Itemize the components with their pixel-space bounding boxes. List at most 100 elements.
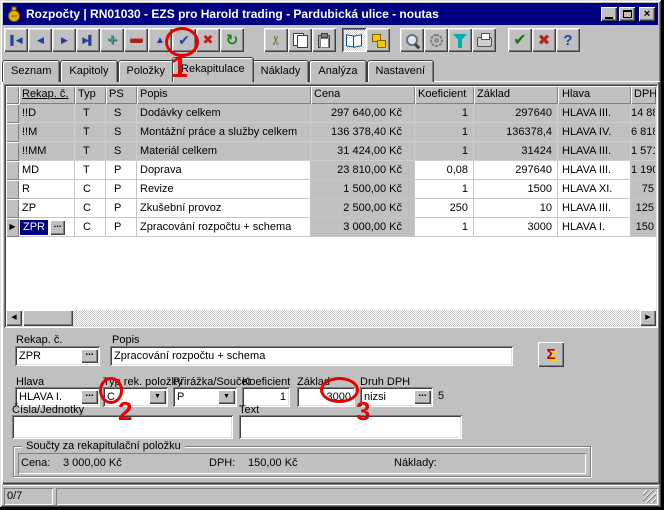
- cell-zaklad[interactable]: 297640: [474, 161, 558, 180]
- tab-nastaveni[interactable]: Nastavení: [367, 60, 435, 82]
- table-row[interactable]: R C P Revize 1 500,00 Kč 1 1500 HLAVA XI…: [6, 180, 656, 199]
- paste-button[interactable]: [312, 28, 336, 52]
- horizontal-scrollbar[interactable]: ◀ ▶: [6, 310, 656, 326]
- cell-popis[interactable]: Montážní práce a služby celkem: [137, 123, 311, 142]
- print-button[interactable]: [472, 28, 496, 52]
- cell-typ[interactable]: T: [75, 142, 106, 161]
- insert-record-button[interactable]: +: [100, 28, 124, 52]
- rekap-lookup-button[interactable]: ...: [81, 349, 98, 363]
- cell-zaklad[interactable]: 136378,4: [474, 123, 558, 142]
- cell-typ[interactable]: C: [75, 180, 106, 199]
- rekap-field[interactable]: ZPR ...: [15, 346, 100, 366]
- browse-book-button[interactable]: [342, 28, 366, 52]
- cell-dph[interactable]: 125: [631, 199, 656, 218]
- header-zaklad[interactable]: Základ: [474, 86, 558, 104]
- cell-rekap[interactable]: !!M: [19, 123, 75, 142]
- prirazka-dropdown-icon[interactable]: ▼: [218, 390, 235, 404]
- cell-typ[interactable]: C: [75, 199, 106, 218]
- cell-koeficient[interactable]: 1: [415, 180, 474, 199]
- row-selector[interactable]: [6, 161, 19, 180]
- prior-record-button[interactable]: ◀: [28, 28, 52, 52]
- help-button[interactable]: ?: [556, 28, 580, 52]
- header-ps[interactable]: PS: [106, 86, 137, 104]
- tab-polozky[interactable]: Položky: [118, 60, 175, 82]
- title-bar[interactable]: Rozpočty | RN01030 - EZS pro Harold trad…: [3, 3, 658, 25]
- cell-koeficient[interactable]: 1: [415, 123, 474, 142]
- scrollbar-thumb[interactable]: [23, 310, 73, 326]
- cell-zaklad[interactable]: 3000: [474, 218, 558, 237]
- cell-popis[interactable]: Doprava: [137, 161, 311, 180]
- header-dph[interactable]: DPH: [631, 86, 656, 104]
- cell-popis[interactable]: Dodávky celkem: [137, 104, 311, 123]
- next-record-button[interactable]: ▶: [52, 28, 76, 52]
- cell-rekap[interactable]: !!D: [19, 104, 75, 123]
- cell-zaklad[interactable]: 10: [474, 199, 558, 218]
- hlava-lookup-button[interactable]: ...: [81, 390, 98, 404]
- cell-rekap[interactable]: R: [19, 180, 75, 199]
- cell-ps[interactable]: P: [106, 199, 137, 218]
- settings-button[interactable]: [424, 28, 448, 52]
- cell-rekap[interactable]: MD: [19, 161, 75, 180]
- scroll-left-button[interactable]: ◀: [6, 310, 22, 326]
- cell-cena[interactable]: 1 500,00 Kč: [311, 180, 415, 199]
- lock-button[interactable]: [366, 28, 390, 52]
- cell-ps[interactable]: S: [106, 104, 137, 123]
- cell-rekap[interactable]: ZP: [19, 199, 75, 218]
- rekap-value[interactable]: ZPR: [19, 347, 81, 365]
- last-record-button[interactable]: ▶▌: [76, 28, 100, 52]
- table-row[interactable]: MD T P Doprava 23 810,00 Kč 0,08 297640 …: [6, 161, 656, 180]
- cell-ps[interactable]: P: [106, 161, 137, 180]
- header-popis[interactable]: Popis: [137, 86, 311, 104]
- tab-seznam[interactable]: Seznam: [2, 60, 60, 82]
- druh-dph-field[interactable]: nizsi ...: [360, 387, 433, 407]
- search-button[interactable]: [400, 28, 424, 52]
- header-cena[interactable]: Cena: [311, 86, 415, 104]
- cell-dph[interactable]: 75: [631, 180, 656, 199]
- filter-button[interactable]: [448, 28, 472, 52]
- tab-analyza[interactable]: Analýza: [309, 60, 366, 82]
- cell-typ[interactable]: T: [75, 161, 106, 180]
- resize-grip[interactable]: [643, 490, 656, 503]
- cell-koeficient[interactable]: 0,08: [415, 161, 474, 180]
- cell-ps[interactable]: S: [106, 142, 137, 161]
- cell-cena[interactable]: 2 500,00 Kč: [311, 199, 415, 218]
- cell-zaklad[interactable]: 31424: [474, 142, 558, 161]
- copy-button[interactable]: [288, 28, 312, 52]
- cell-koeficient[interactable]: 1: [415, 142, 474, 161]
- row-selector[interactable]: [6, 199, 19, 218]
- current-row-indicator[interactable]: ▶: [6, 218, 19, 237]
- close-button[interactable]: ×: [639, 7, 655, 21]
- cell-popis[interactable]: Revize: [137, 180, 311, 199]
- tab-naklady[interactable]: Náklady: [252, 60, 310, 82]
- cell-hlava[interactable]: HLAVA IV.: [558, 123, 631, 142]
- cell-dph[interactable]: 150: [631, 218, 656, 237]
- cell-ps[interactable]: P: [106, 180, 137, 199]
- cell-rekap-selected[interactable]: ZPR ...: [19, 218, 75, 237]
- cell-popis[interactable]: Materiál celkem: [137, 142, 311, 161]
- cell-koeficient[interactable]: 1: [415, 218, 474, 237]
- cell-hlava[interactable]: HLAVA XI.: [558, 180, 631, 199]
- cell-hlava[interactable]: HLAVA III.: [558, 161, 631, 180]
- cell-zaklad[interactable]: 1500: [474, 180, 558, 199]
- cell-cena[interactable]: 3 000,00 Kč: [311, 218, 415, 237]
- header-hlava[interactable]: Hlava: [558, 86, 631, 104]
- cell-typ[interactable]: T: [75, 123, 106, 142]
- cell-hlava[interactable]: HLAVA III.: [558, 104, 631, 123]
- cell-typ[interactable]: T: [75, 104, 106, 123]
- cell-ps[interactable]: P: [106, 218, 137, 237]
- tab-kapitoly[interactable]: Kapitoly: [60, 60, 117, 82]
- header-rekap[interactable]: Rekap. č.: [19, 86, 75, 104]
- cell-koeficient[interactable]: 1: [415, 104, 474, 123]
- cell-ps[interactable]: S: [106, 123, 137, 142]
- maximize-button[interactable]: [619, 7, 635, 21]
- text-textarea[interactable]: [239, 415, 462, 439]
- delete-record-button[interactable]: [124, 28, 148, 52]
- sum-button[interactable]: Σ: [538, 342, 564, 367]
- row-selector[interactable]: [6, 123, 19, 142]
- header-typ[interactable]: Typ: [75, 86, 106, 104]
- cell-koeficient[interactable]: 250: [415, 199, 474, 218]
- prirazka-combobox[interactable]: P ▼: [173, 387, 237, 407]
- table-row[interactable]: !!MM T S Materiál celkem 31 424,00 Kč 1 …: [6, 142, 656, 161]
- scroll-right-button[interactable]: ▶: [640, 310, 656, 326]
- cell-cena[interactable]: 23 810,00 Kč: [311, 161, 415, 180]
